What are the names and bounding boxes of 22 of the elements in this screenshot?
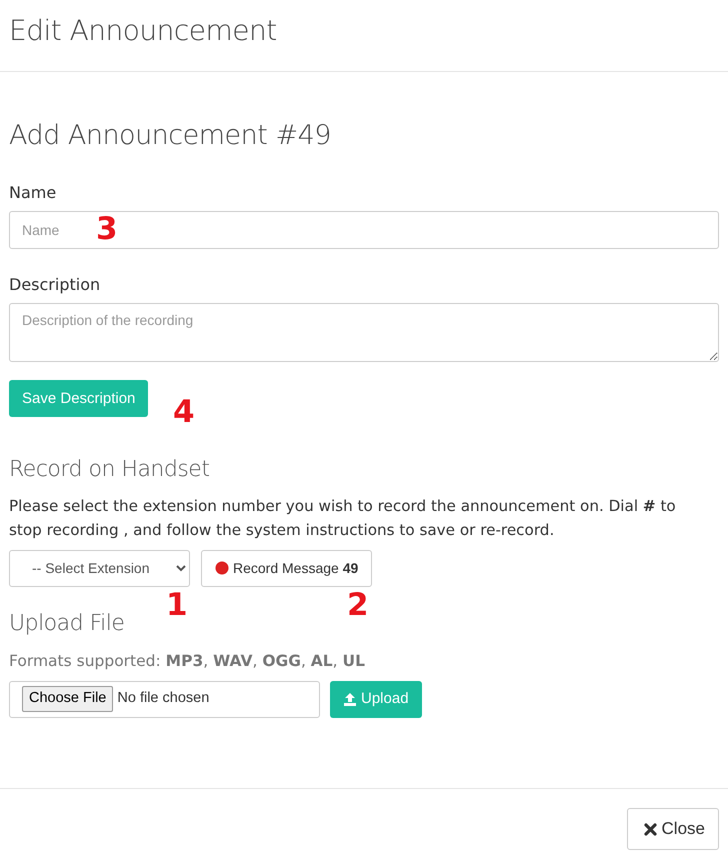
description-field[interactable]: Description of the recording <box>9 302 719 362</box>
description-label: Description <box>9 274 100 296</box>
form-heading: Add Announcement #49 <box>9 119 331 153</box>
modal-title: Edit Announcement <box>9 14 277 48</box>
instructions-text: Please select the extension number you wish to record the announcement on. Dial # to stop recording , and follow the system instructions to save or re-record. <box>9 496 677 540</box>
extension-select[interactable]: -- Select Extension <box>9 550 190 586</box>
record-icon <box>215 561 229 575</box>
file-field[interactable]: Choose File No file chosen <box>9 680 320 718</box>
name-label: Name <box>9 182 56 204</box>
callout-number: 3 <box>96 214 118 244</box>
upload-icon <box>343 692 357 706</box>
callout-number: 4 <box>173 396 195 428</box>
record-message-button[interactable]: Record Message 49 <box>201 550 372 586</box>
choose-file-button[interactable]: Choose File <box>22 686 114 712</box>
section-heading: Record on Handset <box>9 456 210 484</box>
callout-number: 1 <box>166 590 188 620</box>
file-status: No file chosen <box>117 689 210 708</box>
formats-text: Formats supported: MP3, WAV, OGG, AL, UL <box>9 650 365 672</box>
close-icon <box>644 822 657 836</box>
callout-number: 2 <box>347 590 369 620</box>
close-button[interactable]: Close <box>626 808 719 850</box>
section-heading: Upload File <box>9 610 124 638</box>
